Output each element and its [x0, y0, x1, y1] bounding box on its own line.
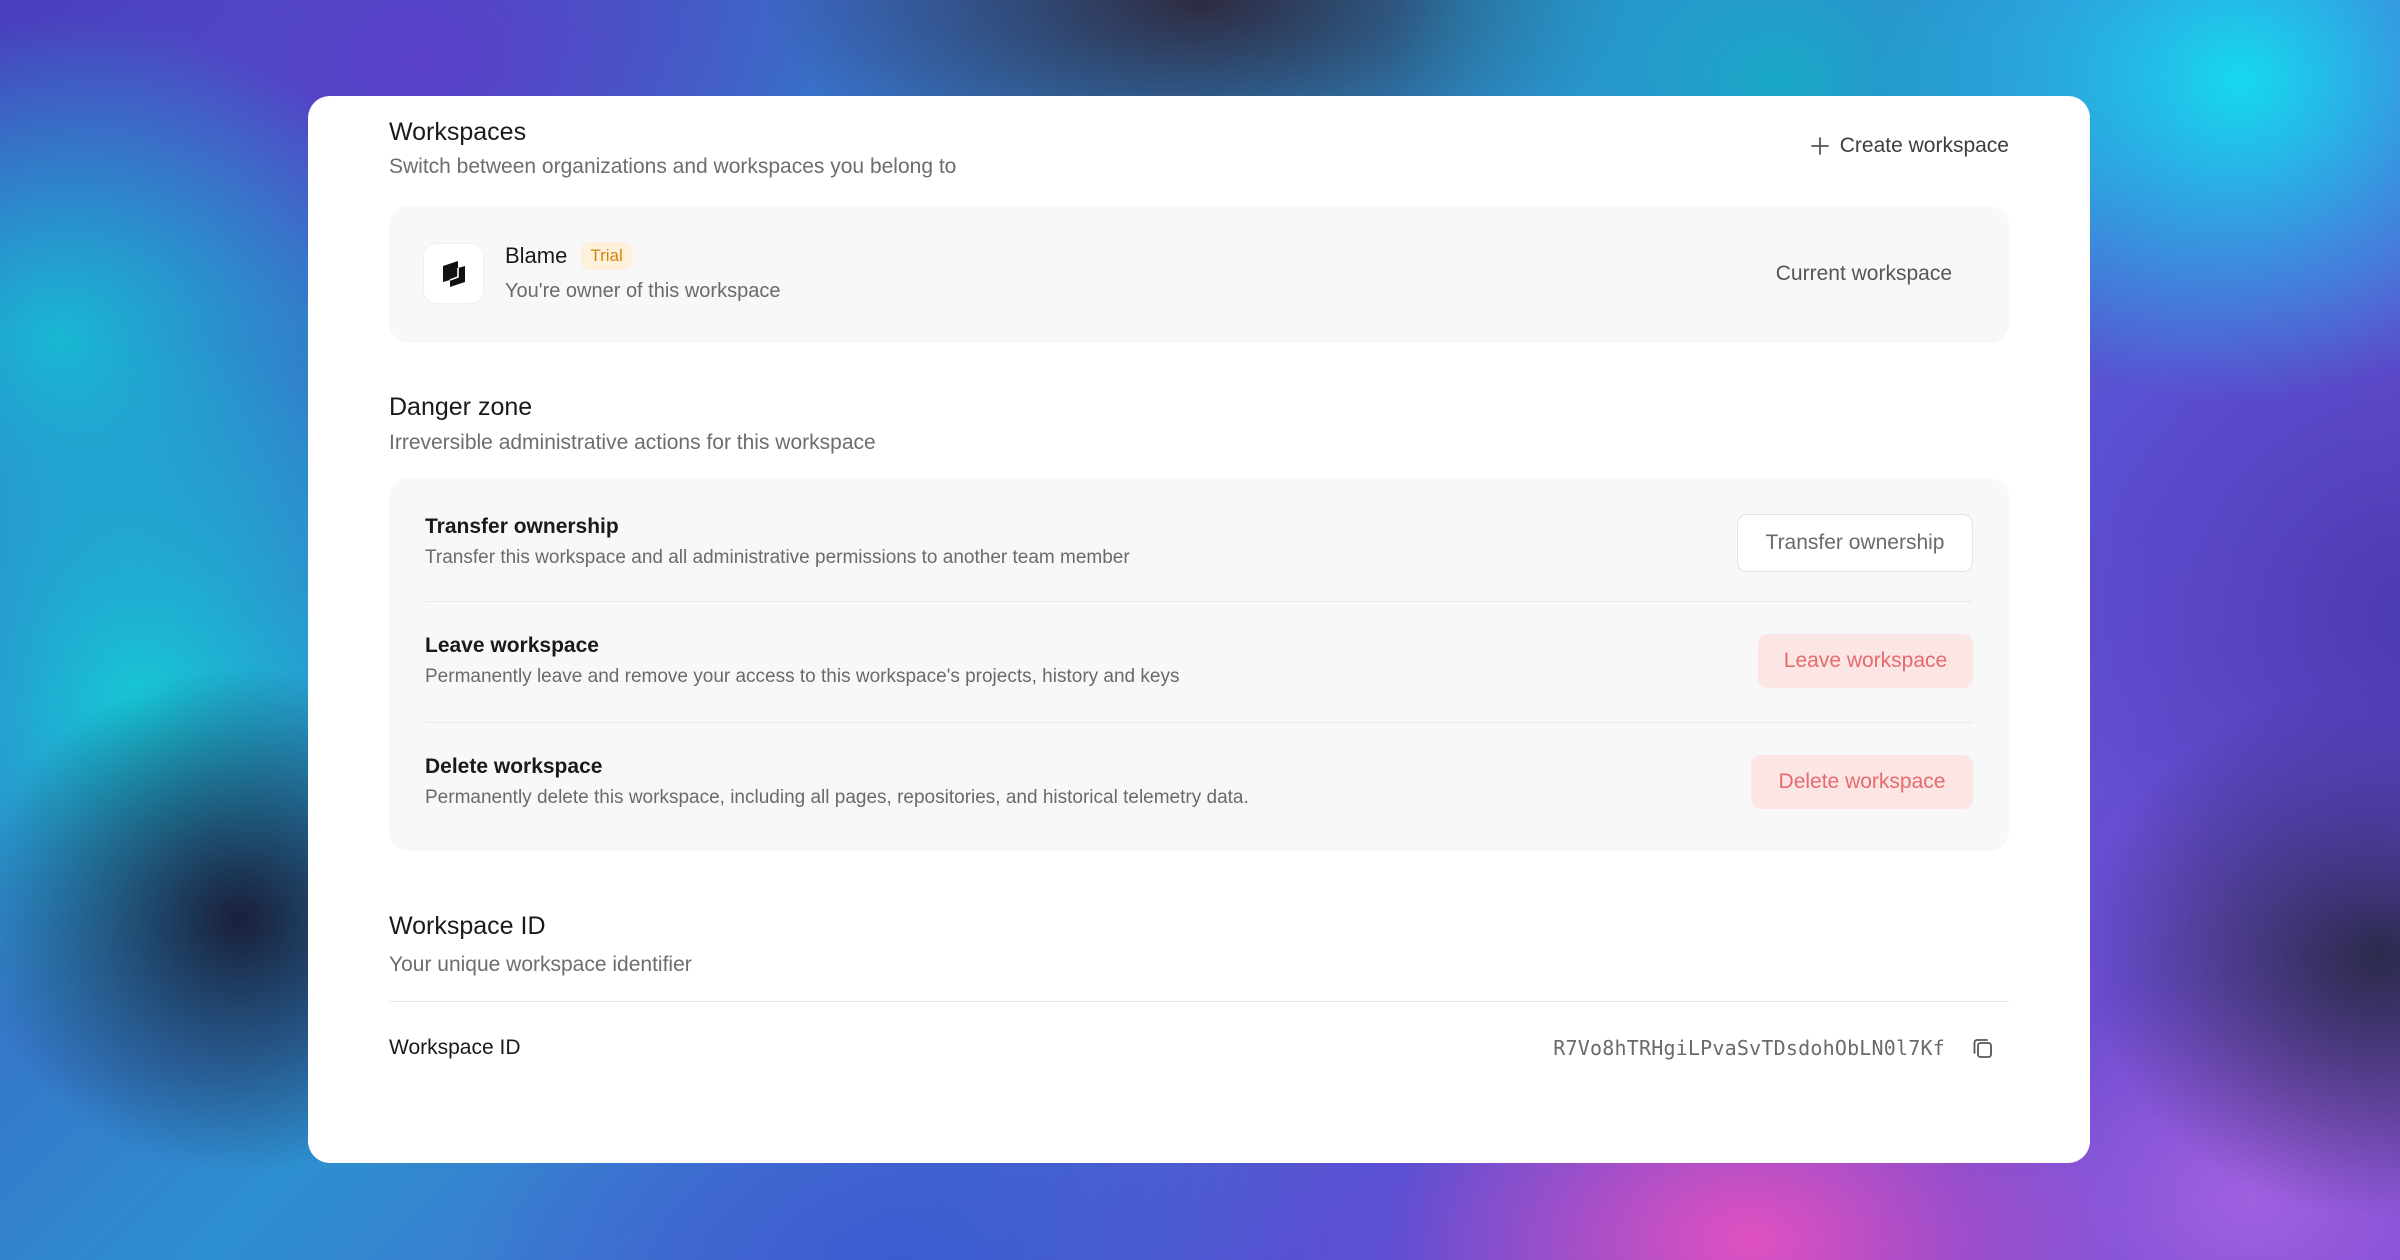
workspace-id-row: Workspace ID R7Vo8hTRHgiLPvaSvTDsdohObLN…	[389, 1002, 2009, 1098]
leave-workspace-title: Leave workspace	[425, 634, 599, 657]
transfer-ownership-description: Transfer this workspace and all administ…	[425, 547, 1130, 568]
leave-workspace-button[interactable]: Leave workspace	[1758, 634, 1973, 688]
danger-zone-title: Danger zone	[389, 393, 533, 421]
blame-logo	[442, 260, 465, 287]
workspace-id-title: Workspace ID	[389, 912, 546, 940]
delete-workspace-row: Delete workspace Permanently delete this…	[425, 723, 1973, 844]
transfer-ownership-row: Transfer ownership Transfer this workspa…	[425, 478, 1973, 602]
copy-icon[interactable]	[1970, 1035, 1996, 1061]
plus-icon	[1810, 137, 1829, 155]
workspaces-header: Workspaces Switch between organizations …	[389, 96, 2009, 206]
workspace-id-subtitle: Your unique workspace identifier	[389, 953, 692, 976]
danger-zone-subtitle: Irreversible administrative actions for …	[389, 431, 876, 454]
workspace-id-header: Workspace ID Your unique workspace ident…	[389, 851, 2009, 1002]
danger-zone-panel: Transfer ownership Transfer this workspa…	[389, 478, 2009, 851]
delete-workspace-description: Permanently delete this workspace, inclu…	[425, 787, 1249, 808]
workspaces-subtitle: Switch between organizations and workspa…	[389, 155, 957, 178]
transfer-ownership-button[interactable]: Transfer ownership	[1737, 514, 1973, 572]
current-workspace-card[interactable]: Blame Trial You're owner of this workspa…	[389, 206, 2009, 343]
danger-zone-header: Danger zone Irreversible administrative …	[389, 343, 2009, 478]
transfer-ownership-title: Transfer ownership	[425, 515, 619, 538]
leave-workspace-row: Leave workspace Permanently leave and re…	[425, 602, 1973, 723]
current-workspace-status: Current workspace	[1775, 262, 1952, 285]
workspace-name: Blame	[505, 243, 568, 268]
delete-workspace-button[interactable]: Delete workspace	[1751, 755, 1973, 809]
workspace-logo	[424, 244, 483, 303]
settings-card: Workspaces Switch between organizations …	[308, 96, 2090, 1163]
workspace-name-row: Blame Trial	[505, 242, 632, 270]
trial-badge: Trial	[581, 242, 632, 270]
workspaces-title: Workspaces	[389, 118, 527, 146]
workspace-owner-text: You're owner of this workspace	[505, 280, 781, 302]
create-workspace-label: Create workspace	[1839, 134, 2009, 157]
workspace-id-value[interactable]: R7Vo8hTRHgiLPvaSvTDsdohObLN0l7Kf	[1553, 1036, 1945, 1060]
create-workspace-button[interactable]: Create workspace	[1810, 134, 2009, 158]
delete-workspace-title: Delete workspace	[425, 755, 603, 778]
leave-workspace-description: Permanently leave and remove your access…	[425, 666, 1180, 687]
workspace-id-label: Workspace ID	[389, 1036, 521, 1059]
